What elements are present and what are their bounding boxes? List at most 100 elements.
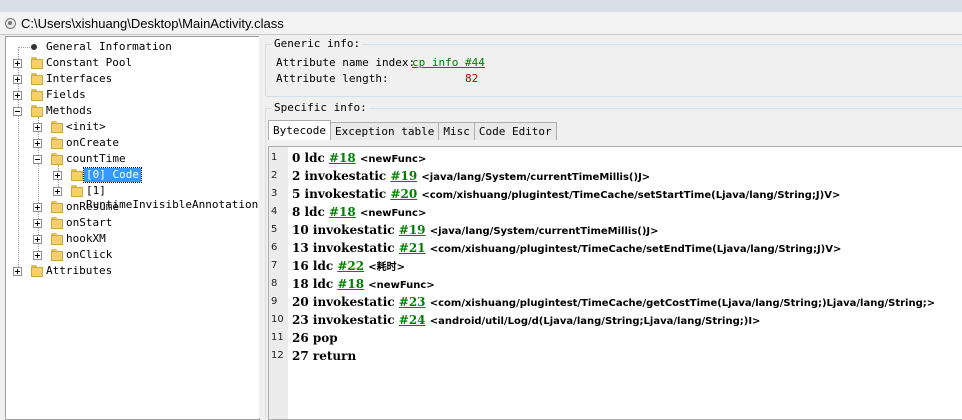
folder-icon <box>31 57 43 69</box>
instruction-comment: <java/lang/System/currentTimeMillis()J> <box>429 226 659 237</box>
folder-icon <box>31 265 43 277</box>
instruction: 13 invokestatic #21 <com/xishuang/plugin… <box>292 239 841 259</box>
tree-item-method-hookxm[interactable]: hookXM <box>64 232 108 246</box>
folder-icon <box>51 233 63 245</box>
constant-pool-ref-link[interactable]: #18 <box>329 151 356 165</box>
instruction-comment: <android/util/Log/d(Ljava/lang/String;Lj… <box>429 316 761 327</box>
expand-icon[interactable] <box>33 235 42 244</box>
tree-item-general-information[interactable]: General Information <box>44 40 174 54</box>
tree-item-method-counttime[interactable]: countTime <box>64 152 128 166</box>
expand-icon[interactable] <box>13 75 22 84</box>
tab-exception-table[interactable]: Exception table <box>329 122 440 140</box>
opcode: invokestatic <box>312 223 395 237</box>
instruction-offset: 5 <box>292 187 301 201</box>
instruction-comment: <java/lang/System/currentTimeMillis()J> <box>421 172 651 183</box>
opcode: invokestatic <box>312 313 395 327</box>
opcode: invokestatic <box>304 187 387 201</box>
instruction: 26 pop <box>292 329 338 347</box>
expand-icon[interactable] <box>53 171 62 180</box>
collapse-icon[interactable] <box>13 107 22 116</box>
constant-pool-ref-link[interactable]: #18 <box>337 277 364 291</box>
expand-icon[interactable] <box>33 251 42 260</box>
folder-icon <box>51 121 63 133</box>
tree-item-constant-pool[interactable]: Constant Pool <box>44 56 134 70</box>
constant-pool-ref-link[interactable]: #19 <box>399 223 426 237</box>
folder-icon <box>51 217 63 229</box>
tab-code-editor[interactable]: Code Editor <box>473 122 557 140</box>
constant-pool-ref-link[interactable]: #18 <box>329 205 356 219</box>
expand-icon[interactable] <box>33 203 42 212</box>
attribute-name-index-link[interactable]: cp info #44 <box>412 56 485 70</box>
generic-info-title: Generic info: <box>272 37 363 50</box>
instruction-offset: 27 <box>292 349 309 363</box>
instruction: 16 ldc #22 <耗时> <box>292 257 405 277</box>
tree-item-interfaces[interactable]: Interfaces <box>44 72 114 86</box>
opcode: return <box>312 349 357 363</box>
constant-pool-ref-link[interactable]: #20 <box>390 187 417 201</box>
expand-icon[interactable] <box>33 219 42 228</box>
attribute-length-label: Attribute length: <box>276 72 389 85</box>
line-number: 7 <box>271 260 278 271</box>
line-number: 5 <box>271 224 278 235</box>
folder-icon <box>51 137 63 149</box>
line-number: 11 <box>271 332 284 343</box>
line-number: 8 <box>271 278 278 289</box>
class-structure-tree[interactable]: General Information Constant Pool Interf… <box>5 36 260 420</box>
expand-icon[interactable] <box>13 91 22 100</box>
constant-pool-ref-link[interactable]: #22 <box>337 259 364 273</box>
tree-item-fields[interactable]: Fields <box>44 88 88 102</box>
tree-item-attributes[interactable]: Attributes <box>44 264 114 278</box>
window-title: C:\Users\xishuang\Desktop\MainActivity.c… <box>21 15 284 31</box>
collapse-icon[interactable] <box>33 155 42 164</box>
attribute-length-value: 82 <box>465 72 479 85</box>
constant-pool-ref-link[interactable]: #24 <box>399 313 426 327</box>
instruction: 23 invokestatic #24 <android/util/Log/d(… <box>292 311 760 331</box>
tree-item-method-onresume[interactable]: onResume <box>64 200 121 214</box>
tab-bytecode[interactable]: Bytecode <box>268 120 331 140</box>
constant-pool-ref-link[interactable]: #19 <box>390 169 417 183</box>
tab-misc[interactable]: Misc <box>438 122 475 140</box>
folder-icon <box>31 73 43 85</box>
specific-info-tabs: Bytecode Exception table Misc Code Edito… <box>268 120 557 140</box>
instruction-offset: 8 <box>292 205 301 219</box>
expand-icon[interactable] <box>53 187 62 196</box>
folder-icon <box>71 185 83 197</box>
opcode: ldc <box>304 151 325 165</box>
opcode: pop <box>312 331 338 345</box>
instruction: 0 ldc #18 <newFunc> <box>292 149 426 169</box>
line-number: 4 <box>271 206 278 217</box>
opcode: invokestatic <box>304 169 387 183</box>
instruction: 10 invokestatic #19 <java/lang/System/cu… <box>292 221 659 241</box>
instruction-comment: <newFunc> <box>359 208 427 219</box>
generic-info-group: Generic info: Attribute name index: cp i… <box>265 38 962 97</box>
bytecode-listing[interactable]: 10 ldc #18 <newFunc> 2 2 invokestatic #19 … <box>268 146 962 420</box>
line-number: 1 <box>271 152 278 163</box>
opcode: ldc <box>312 259 334 273</box>
expand-icon[interactable] <box>13 59 22 68</box>
instruction-offset: 23 <box>292 313 309 327</box>
line-number: 12 <box>271 350 284 361</box>
expand-icon[interactable] <box>13 267 22 276</box>
constant-pool-ref-link[interactable]: #23 <box>399 295 426 309</box>
info-bullet-icon <box>31 44 37 50</box>
folder-icon <box>31 105 43 117</box>
instruction-offset: 20 <box>292 295 309 309</box>
tree-item-method-onclick[interactable]: onClick <box>64 248 114 262</box>
folder-icon <box>31 89 43 101</box>
expand-icon[interactable] <box>33 123 42 132</box>
tree-item-methods[interactable]: Methods <box>44 104 94 118</box>
constant-pool-ref-link[interactable]: #21 <box>399 241 426 255</box>
tree-item-code-attribute[interactable]: [0] Code <box>83 167 142 183</box>
tree-item-method-init[interactable]: <init> <box>64 120 108 134</box>
tree-item-method-onstart[interactable]: onStart <box>64 216 114 230</box>
attribute-name-index-label: Attribute name index: <box>276 56 416 69</box>
opcode: invokestatic <box>312 241 395 255</box>
expand-icon[interactable] <box>33 139 42 148</box>
tree-item-method-oncreate[interactable]: onCreate <box>64 136 121 150</box>
instruction: 8 ldc #18 <newFunc> <box>292 203 426 223</box>
tree-guide-line <box>18 47 32 48</box>
folder-icon <box>51 201 63 213</box>
folder-icon <box>51 153 63 165</box>
instruction: 18 ldc #18 <newFunc> <box>292 275 435 295</box>
instruction: 2 invokestatic #19 <java/lang/System/cur… <box>292 167 650 187</box>
